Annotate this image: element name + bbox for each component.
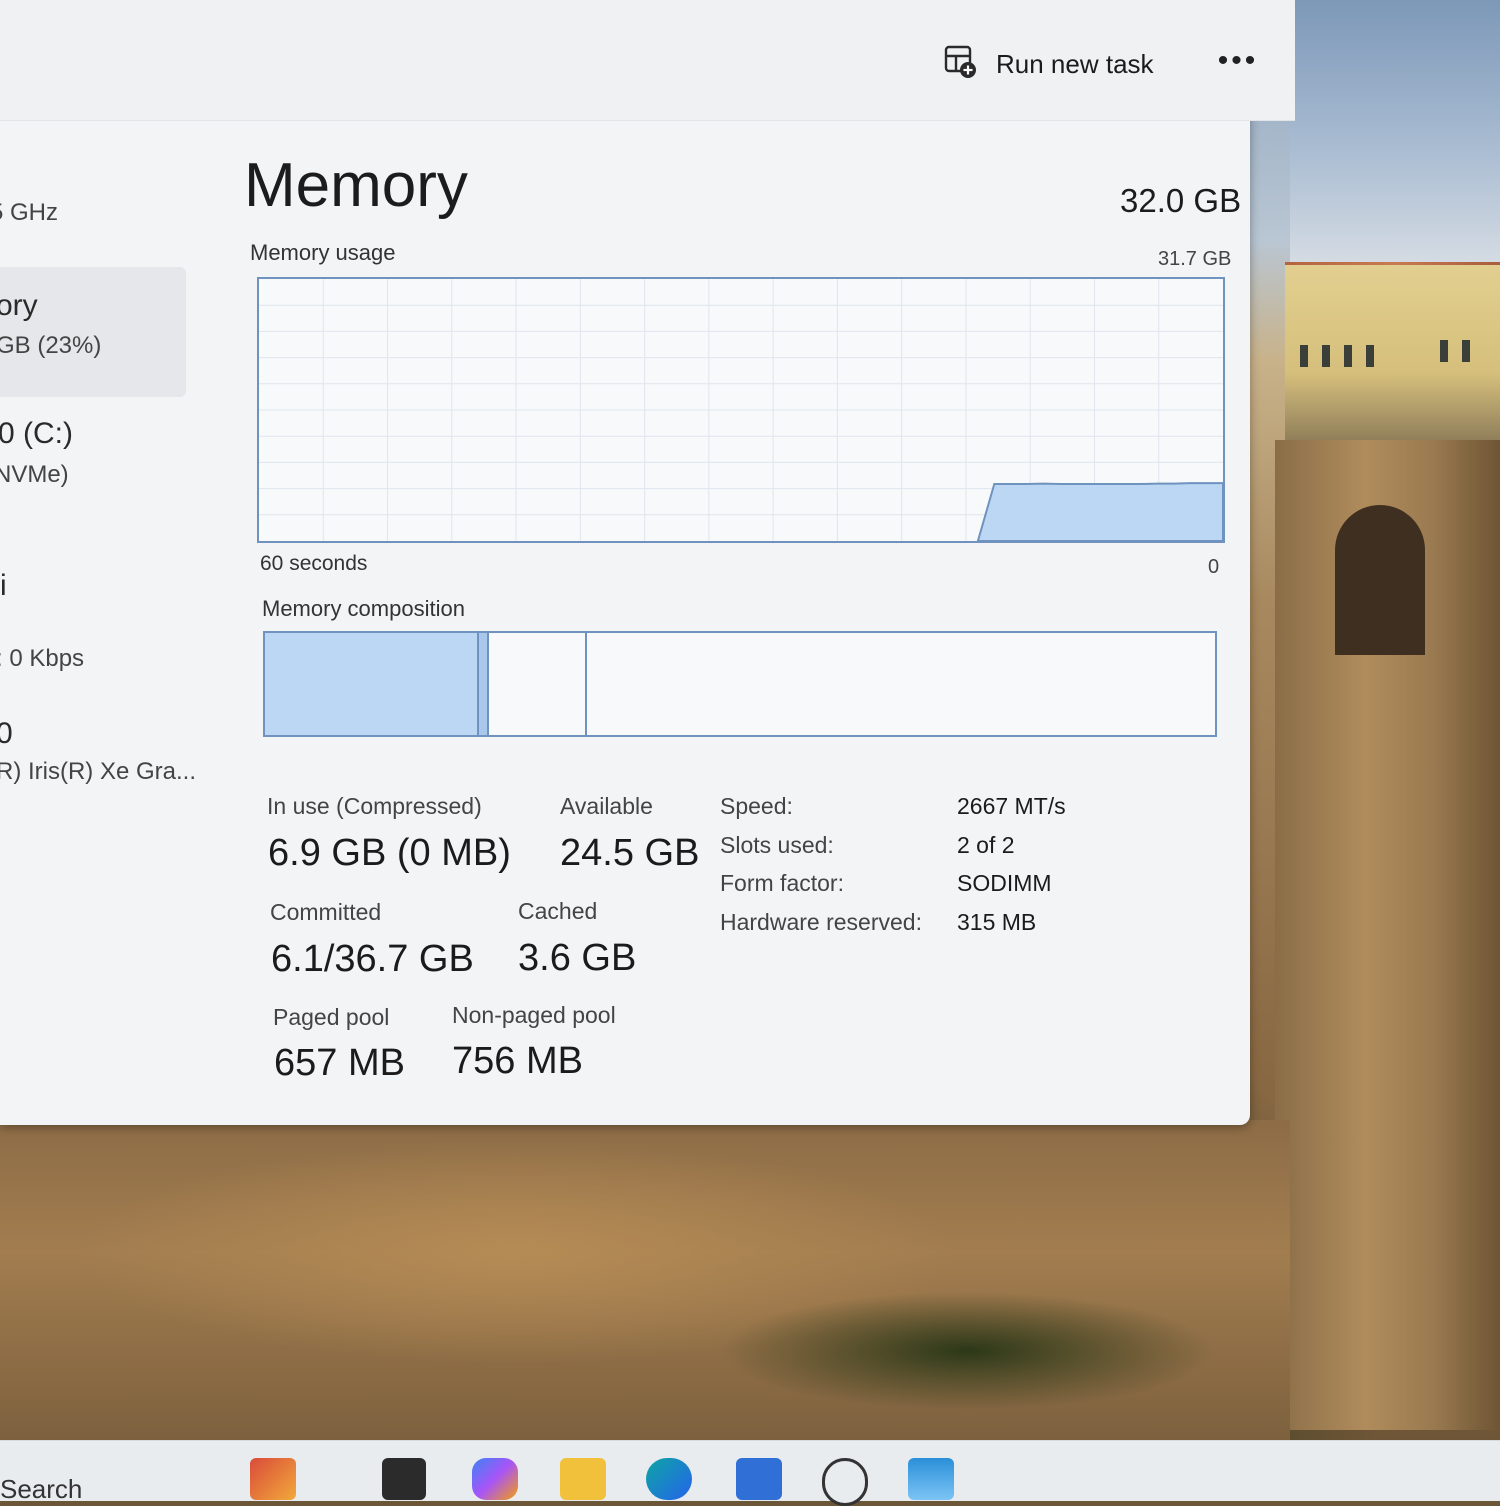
paged-pool-value: 657 MB: [274, 1042, 405, 1084]
available-label: Available: [560, 793, 653, 819]
run-new-task-button[interactable]: Run new task: [944, 42, 1154, 86]
sidebar-item-subtitle: R) Iris(R) Xe Gra...: [0, 758, 197, 785]
non-paged-pool-value: 756 MB: [452, 1040, 583, 1082]
sidebar-item-title: i: [0, 569, 7, 602]
wallpaper-cliff: [0, 1120, 1290, 1450]
composition-standby: [489, 633, 588, 735]
dell-icon[interactable]: [822, 1458, 868, 1506]
form-factor-label: Form factor:: [720, 870, 844, 896]
usage-graph-label: Memory usage: [250, 240, 396, 265]
run-new-task-icon: [944, 44, 978, 85]
non-paged-pool-label: Non-paged pool: [452, 1002, 616, 1028]
copilot-icon[interactable]: [472, 1458, 518, 1500]
memory-composition-bar: [263, 631, 1217, 737]
sidebar-item-subtitle: 5 GHz: [0, 199, 59, 226]
wallpaper-window: [1300, 345, 1308, 367]
axis-time-start: 60 seconds: [260, 552, 368, 575]
hardware-reserved-label: Hardware reserved:: [720, 909, 922, 935]
sidebar-item-subtitle: GB (23%): [0, 332, 102, 359]
page-title: Memory: [244, 151, 468, 220]
sidebar-item-disk[interactable]: 0 (C:) NVMe): [0, 415, 200, 495]
paged-pool-label: Paged pool: [273, 1004, 390, 1030]
hardware-reserved-value: 315 MB: [957, 909, 1037, 935]
speed-value: 2667 MT/s: [957, 793, 1066, 819]
wallpaper-sky: [1290, 0, 1500, 270]
command-bar: Run new task •••: [0, 0, 1295, 121]
sidebar-item-wifi[interactable]: i : 0 Kbps: [0, 565, 200, 675]
in-use-label: In use (Compressed): [267, 793, 482, 819]
wallpaper-window: [1440, 340, 1448, 362]
taskbar-search[interactable]: Search: [0, 1474, 82, 1505]
edge-icon[interactable]: [646, 1458, 692, 1500]
form-factor-value: SODIMM: [957, 870, 1052, 896]
committed-label: Committed: [270, 899, 382, 925]
cached-value: 3.6 GB: [518, 937, 637, 979]
usage-area: [976, 482, 1224, 542]
sidebar-item-title: 0 (C:): [0, 417, 73, 450]
cached-label: Cached: [518, 898, 598, 924]
available-value: 24.5 GB: [560, 832, 700, 874]
committed-value: 6.1/36.7 GB: [271, 938, 474, 980]
monitor-app-icon[interactable]: [908, 1458, 954, 1500]
widgets-icon[interactable]: [250, 1458, 296, 1500]
axis-time-end: 0: [1208, 556, 1220, 578]
run-new-task-label: Run new task: [996, 48, 1154, 79]
wallpaper-window: [1366, 345, 1374, 367]
in-use-value: 6.9 GB (0 MB): [268, 832, 511, 874]
usage-graph-max: 31.7 GB: [1158, 248, 1232, 270]
composition-label: Memory composition: [262, 596, 465, 621]
file-explorer-icon[interactable]: [560, 1458, 606, 1500]
wallpaper-window: [1462, 340, 1470, 362]
sidebar-item-memory[interactable]: ory GB (23%): [0, 267, 186, 397]
sidebar-item-subtitle: : 0 Kbps: [0, 645, 85, 672]
slots-value: 2 of 2: [957, 832, 1015, 858]
performance-sidebar: 5 GHz ory GB (23%) 0 (C:) NVMe) i : 0 Kb…: [0, 120, 230, 1120]
speed-label: Speed:: [720, 793, 793, 819]
composition-in-use: [265, 633, 479, 735]
total-memory: 32.0 GB: [1120, 182, 1242, 219]
wallpaper-window: [1344, 345, 1352, 367]
more-options-button[interactable]: •••: [1214, 46, 1262, 86]
sidebar-item-cpu[interactable]: 5 GHz: [0, 195, 200, 245]
sidebar-item-title: 0: [0, 717, 13, 750]
sidebar-item-gpu[interactable]: 0 R) Iris(R) Xe Gra...: [0, 715, 200, 795]
app-icon[interactable]: [382, 1458, 426, 1500]
wallpaper-window: [1322, 345, 1330, 367]
composition-modified: [478, 633, 490, 735]
memory-usage-graph: [257, 277, 1225, 543]
sidebar-item-subtitle: NVMe): [0, 461, 69, 488]
slots-label: Slots used:: [720, 832, 834, 858]
store-icon[interactable]: [736, 1458, 782, 1500]
task-manager-window: Run new task ••• 5 GHz ory GB (23%) 0 (C…: [0, 0, 1295, 1125]
sidebar-item-title: ory: [0, 289, 38, 322]
wallpaper-arch: [1335, 505, 1425, 655]
